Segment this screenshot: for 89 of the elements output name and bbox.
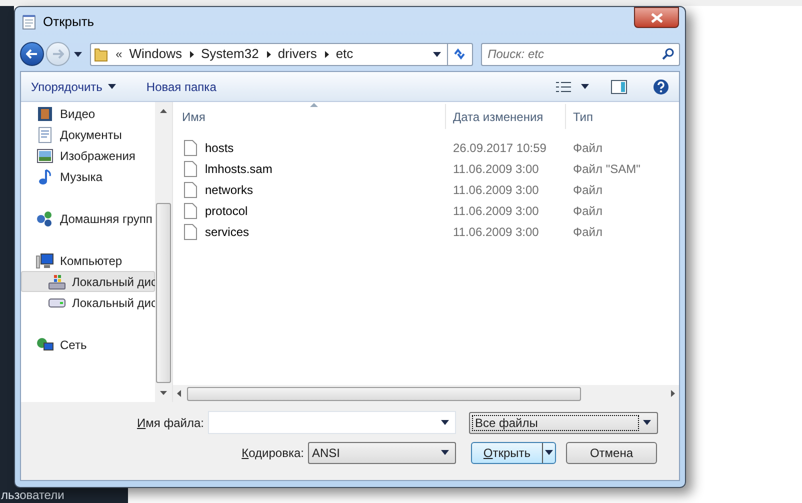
filename-label: Имя файла:: [136, 414, 205, 432]
file-name[interactable]: services: [205, 222, 250, 240]
window-title: Открыть: [43, 13, 94, 32]
vertical-scrollbar[interactable]: [155, 102, 172, 402]
file-icon: [184, 202, 197, 218]
search-field[interactable]: Поиск: etc: [480, 42, 680, 66]
file-type: Файл "SAM": [572, 160, 642, 178]
breadcrumb-arrow-icon: [190, 50, 194, 58]
scroll-thumb[interactable]: [156, 203, 171, 383]
file-name[interactable]: hosts: [205, 138, 234, 156]
left-scroll-arrow-icon: [177, 390, 181, 397]
music-note-icon: [38, 168, 52, 184]
document-icon: [38, 126, 52, 142]
nav-item[interactable]: Домашняя групп: [21, 208, 155, 229]
address-caret-icon: [432, 52, 441, 56]
column-header[interactable]: Дата изменения: [445, 104, 565, 129]
file-date: 11.06.2009 3:00: [452, 202, 540, 220]
drive-icon: [48, 298, 66, 308]
caret-icon: [643, 420, 651, 425]
file-icon: [184, 140, 197, 156]
file-date: 11.06.2009 3:00: [452, 224, 540, 240]
close-icon: [650, 12, 662, 22]
breadcrumb[interactable]: etc: [336, 44, 354, 64]
file-icon: [184, 224, 197, 240]
file-icon: [184, 182, 197, 198]
file-type: Файл: [572, 202, 604, 220]
file-type: Файл: [572, 140, 604, 156]
breadcrumb[interactable]: System32: [201, 44, 259, 64]
file-name[interactable]: lmhosts.sam: [205, 160, 272, 178]
caret-icon: [441, 450, 449, 455]
folder-icon: [94, 46, 108, 62]
file-date: 26.09.2017 10:59: [452, 140, 548, 156]
help-button[interactable]: [653, 78, 669, 94]
pane-icon: [611, 80, 627, 94]
new-folder-button[interactable]: Новая папка: [146, 78, 216, 96]
breadcrumb-arrow-icon: [266, 50, 271, 58]
address-bar[interactable]: « Windows System32 drivers etc: [90, 42, 473, 66]
notepad-icon: [21, 14, 37, 30]
caret-icon: [581, 84, 589, 89]
film-icon: [37, 106, 53, 122]
search-icon: [662, 48, 674, 60]
scroll-thumb[interactable]: [187, 386, 581, 400]
sort-arrow-icon: [310, 103, 318, 107]
right-arrow-icon: [52, 49, 64, 59]
encoding-dropdown[interactable]: ANSI: [308, 442, 456, 464]
open-caret-icon: [545, 450, 553, 455]
breadcrumb[interactable]: drivers: [278, 44, 317, 64]
nav-item[interactable]: Видео: [21, 103, 155, 124]
caret-icon: [441, 420, 449, 425]
windows-drive-icon: [48, 274, 66, 290]
computer-icon: [36, 252, 54, 268]
filename-field[interactable]: [208, 411, 456, 434]
organize-button[interactable]: Упорядочить: [31, 78, 116, 96]
down-arrow-icon: [160, 391, 167, 395]
refresh-arrows-icon: [452, 48, 467, 60]
file-name[interactable]: protocol: [205, 202, 248, 220]
file-date: 11.06.2009 3:00: [452, 182, 540, 198]
up-arrow-icon: [160, 109, 167, 113]
back-button[interactable]: [20, 42, 44, 66]
file-name[interactable]: networks: [205, 180, 254, 198]
nav-item[interactable]: Изображения: [21, 145, 155, 166]
encoding-label: Кодировка:: [240, 444, 305, 462]
column-header[interactable]: Имя: [173, 104, 445, 129]
nav-item[interactable]: Компьютер: [21, 250, 155, 271]
close-button[interactable]: [634, 7, 679, 28]
file-type: Файл: [572, 224, 604, 240]
caret-icon: [108, 84, 116, 89]
list-view-icon: [556, 80, 571, 92]
file-date: 11.06.2009 3:00: [452, 160, 540, 178]
left-arrow-icon: [26, 49, 38, 59]
file-type: Файл: [572, 182, 604, 198]
file-icon: [184, 160, 197, 176]
picture-icon: [37, 148, 53, 162]
breadcrumb-arrow-icon: [324, 50, 329, 58]
help-icon: [653, 78, 669, 94]
cancel-button[interactable]: Отмена: [566, 442, 657, 464]
breadcrumb[interactable]: Windows: [129, 44, 182, 64]
preview-pane-button[interactable]: [611, 80, 627, 94]
sidebar-label: льзователи: [1, 489, 64, 502]
right-scroll-arrow-icon: [671, 390, 675, 397]
file-type-dropdown[interactable]: Все файлы: [469, 412, 658, 434]
nav-item[interactable]: Документы: [21, 124, 155, 145]
view-options-button[interactable]: [556, 80, 589, 92]
column-header[interactable]: Тип: [565, 104, 679, 129]
nav-item[interactable]: Музыка: [21, 166, 155, 187]
horizontal-scrollbar[interactable]: [173, 385, 679, 402]
dropdown-caret-icon: [74, 52, 82, 56]
overflow-chevron[interactable]: «: [116, 45, 122, 63]
nav-item[interactable]: Сеть: [21, 334, 155, 355]
